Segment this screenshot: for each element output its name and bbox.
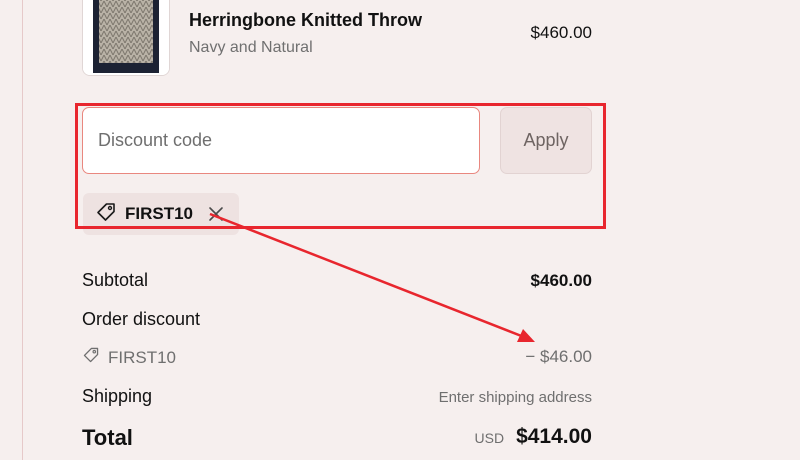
tag-icon [82,346,100,369]
total-value: $414.00 [516,425,592,448]
tag-icon [95,201,117,228]
shipping-value: Enter shipping address [438,389,592,406]
subtotal-label: Subtotal [82,270,149,290]
close-icon[interactable] [207,205,225,223]
order-discount-label: Order discount [82,309,201,329]
summary-discount-code: FIRST10 [108,347,177,367]
product-title: Herringbone Knitted Throw [189,10,422,30]
discount-code-row: FIRST10 [82,346,176,369]
apply-discount-button[interactable]: Apply [500,107,592,174]
total-amount-group: USD $414.00 [475,425,592,449]
shipping-label: Shipping [82,386,153,406]
panel-divider [22,0,23,460]
product-variant: Navy and Natural [189,39,313,56]
subtotal-value: $460.00 [530,271,592,290]
product-thumbnail [82,0,170,76]
discount-amount: − $46.00 [525,347,592,366]
discount-code-input[interactable] [82,107,480,174]
applied-discount-chip: FIRST10 [83,193,240,235]
total-label: Total [82,425,133,450]
applied-discount-code: FIRST10 [125,204,194,223]
product-price: $460.00 [530,23,592,42]
currency-code: USD [474,430,505,446]
checkout-summary-page: Herringbone Knitted Throw Navy and Natur… [0,0,800,460]
